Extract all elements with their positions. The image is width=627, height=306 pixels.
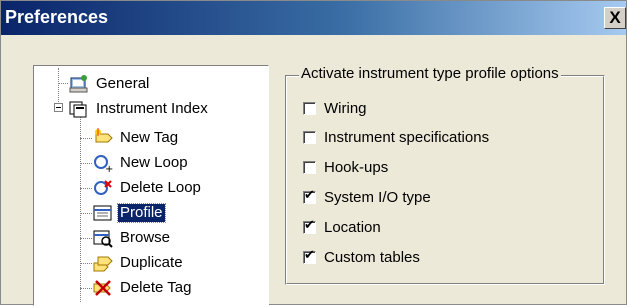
new-tag-icon — [92, 128, 114, 148]
tree-item-label: New Tag — [120, 129, 179, 146]
tree-item-label: Delete Loop — [120, 179, 201, 196]
tree-item-label: Duplicate — [120, 254, 183, 271]
profile-icon — [92, 203, 114, 223]
tree-item-instrument-index[interactable]: Instrument Index — [68, 98, 210, 120]
checkbox[interactable] — [303, 101, 316, 115]
preferences-tree[interactable]: General Instrument Index New Tag + New L… — [33, 65, 269, 306]
option-label: Custom tables — [324, 248, 420, 266]
dialog-title: Preferences — [5, 7, 109, 27]
svg-text:+: + — [105, 164, 113, 173]
tree-line — [80, 263, 92, 264]
tree-line — [58, 68, 59, 108]
tree-line — [80, 163, 92, 164]
collapse-toggle[interactable] — [54, 103, 63, 112]
option-label: Instrument specifications — [324, 128, 490, 146]
option-instrument-specifications[interactable]: Instrument specifications — [303, 127, 489, 147]
option-label: Wiring — [324, 99, 367, 117]
option-label: Hook-ups — [324, 158, 389, 176]
tree-line — [80, 188, 92, 189]
instrument-index-icon — [68, 99, 90, 119]
delete-tag-icon — [92, 278, 114, 298]
tree-item-general[interactable]: General — [68, 73, 151, 95]
tree-item-label: Profile — [117, 203, 166, 223]
checkbox[interactable] — [303, 130, 316, 144]
tree-item-label: Browse — [120, 229, 171, 246]
option-wiring[interactable]: Wiring — [303, 98, 367, 118]
close-button[interactable]: X — [604, 7, 626, 29]
tree-line — [80, 238, 92, 239]
checkbox[interactable] — [303, 188, 316, 204]
tree-item-label: Delete Tag — [120, 279, 192, 296]
tree-item-browse[interactable]: Browse — [92, 227, 172, 249]
group-legend: Activate instrument type profile options — [299, 65, 561, 82]
tree-item-label: Instrument Index — [96, 100, 208, 117]
option-label: System I/O type — [324, 188, 431, 206]
title-bar[interactable]: Preferences X — [1, 1, 626, 35]
option-system-io-type[interactable]: System I/O type — [303, 187, 431, 207]
tree-line — [80, 138, 92, 139]
option-hook-ups[interactable]: Hook-ups — [303, 157, 388, 177]
option-custom-tables[interactable]: Custom tables — [303, 247, 420, 267]
tree-item-label: General — [96, 75, 150, 92]
tree-item-delete-loop[interactable]: Delete Loop — [92, 177, 203, 199]
tree-item-profile[interactable]: Profile — [92, 202, 166, 224]
tree-item-new-tag[interactable]: New Tag — [92, 127, 180, 149]
tree-line — [80, 288, 92, 289]
duplicate-icon — [92, 253, 114, 273]
new-loop-icon: + — [92, 153, 114, 175]
tree-item-duplicate[interactable]: Duplicate — [92, 252, 185, 274]
checkbox[interactable] — [303, 218, 316, 234]
option-label: Location — [324, 218, 381, 236]
checkbox[interactable] — [303, 248, 316, 264]
tree-item-delete-tag[interactable]: Delete Tag — [92, 277, 193, 299]
tree-line — [58, 83, 68, 84]
preferences-dialog: Preferences X General Instrument Index N… — [0, 0, 627, 306]
checkbox[interactable] — [303, 160, 316, 174]
tree-item-label: New Loop — [120, 154, 188, 171]
general-settings-icon — [68, 74, 90, 94]
delete-loop-icon — [92, 178, 114, 198]
browse-icon — [92, 228, 114, 248]
option-location[interactable]: Location — [303, 217, 381, 237]
tree-line — [80, 213, 92, 214]
tree-item-new-loop[interactable]: + New Loop — [92, 152, 190, 175]
